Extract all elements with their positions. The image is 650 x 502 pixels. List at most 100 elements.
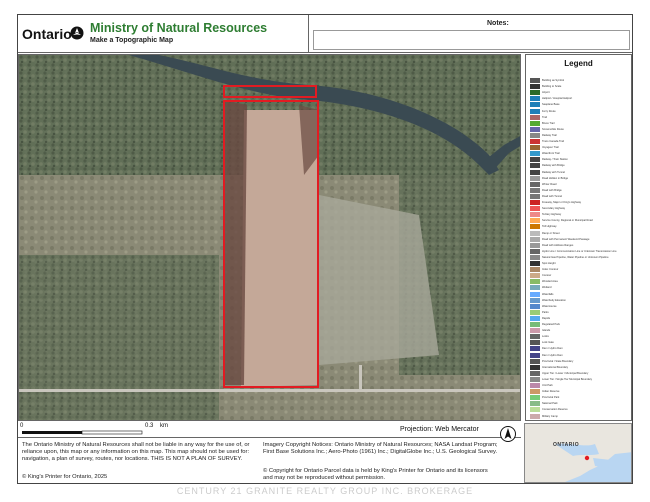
legend-item-label: Trans Canada Trail bbox=[542, 140, 564, 143]
legend-item-label: Heliport / Hospital Heliport bbox=[542, 97, 573, 101]
legend-item-label: Unit Park bbox=[542, 384, 553, 387]
legend-symbol-icon bbox=[530, 90, 540, 96]
legend-symbol-icon bbox=[530, 114, 540, 120]
legend-item-label: Dam / Hydro Dam bbox=[542, 353, 563, 357]
imagery-notice: Imagery Copyright Notices: Ontario Minis… bbox=[263, 442, 498, 455]
legend-symbol-icon bbox=[530, 370, 540, 376]
legend-item-label: Rapids bbox=[542, 316, 551, 320]
legend-item-label: Road with Tunnel bbox=[542, 194, 563, 198]
legend-symbol-icon bbox=[530, 328, 540, 334]
legend-item-label: Railway Trail bbox=[542, 133, 557, 137]
legend-symbol-icon bbox=[530, 224, 540, 230]
legend-item-label: Index Contour bbox=[542, 268, 559, 272]
disclaimer-text: The Ontario Ministry of Natural Resource… bbox=[22, 442, 250, 462]
legend-item-label: Railway / Train Station bbox=[542, 158, 568, 162]
legend-item-label: Wooded Area bbox=[542, 280, 558, 284]
copyright-text: © King's Printer for Ontario, 2025 bbox=[22, 474, 108, 480]
legend-item-label: Waterfalls bbox=[542, 292, 554, 296]
legend-item-label: Provincial Park bbox=[542, 396, 560, 400]
legend-symbol-icon bbox=[530, 84, 540, 90]
legend-symbol-icon bbox=[530, 358, 540, 364]
inset-map-graphic bbox=[525, 424, 631, 482]
legend-item: Military Camp bbox=[530, 413, 558, 420]
legend-item-label: Wetland bbox=[542, 286, 552, 290]
legend-symbol-icon bbox=[530, 108, 540, 114]
legend-item-label: Upper Tier / Lower / Municipal Boundary bbox=[542, 371, 589, 375]
legend-symbol-icon bbox=[530, 352, 540, 358]
legend-item-label: Watercourse bbox=[542, 304, 557, 308]
legend-item-label: Bruce Trail bbox=[542, 121, 555, 125]
inset-locator-map: ONTARIO bbox=[524, 423, 632, 483]
legend-item-label: Trail bbox=[542, 115, 547, 119]
legend-symbol-icon bbox=[530, 120, 540, 126]
legend-symbol-icon bbox=[530, 346, 540, 352]
legend-item-label: Toll Highway bbox=[542, 225, 557, 229]
legend-symbol-icon bbox=[530, 376, 540, 382]
north-arrow-icon bbox=[500, 426, 516, 442]
legend-item-label: Lock Gate bbox=[542, 341, 554, 345]
legend-symbol-icon bbox=[530, 206, 540, 212]
legend-item-label: Regulated Park bbox=[542, 323, 560, 326]
legend-symbol-icon bbox=[530, 285, 540, 291]
legend-item-label: Winter Road bbox=[542, 182, 557, 186]
trillium-icon bbox=[70, 26, 84, 40]
legend-title: Legend bbox=[564, 59, 593, 68]
scale-unit: km bbox=[160, 423, 168, 429]
legend-symbol-icon bbox=[530, 181, 540, 187]
legend-item-label: Voyageur Trail bbox=[542, 146, 559, 150]
legend-item-label: International Boundary bbox=[542, 365, 569, 369]
legend-item-label: Dam / Hydro Dam bbox=[542, 347, 563, 351]
legend-item-label: Waterfront Trail bbox=[542, 152, 560, 156]
aerial-map[interactable] bbox=[18, 54, 521, 421]
legend-symbol-icon bbox=[530, 139, 540, 144]
legend-item-label: Road with Address Ranges bbox=[542, 243, 574, 247]
legend-item-label: Road with Permanent Weekend Passage bbox=[542, 237, 590, 241]
legend-item-label: Military Camp bbox=[542, 414, 558, 418]
legend-item-label: Parks bbox=[542, 310, 549, 314]
legend-item-label: Contour bbox=[542, 274, 552, 278]
legend-symbol-icon bbox=[530, 132, 540, 138]
aerial-imagery bbox=[19, 55, 520, 420]
legend-item-label: Railway with Tunnel bbox=[542, 170, 565, 174]
ontario-logo-text: Ontario bbox=[22, 26, 72, 42]
legend-symbol-icon bbox=[530, 212, 540, 218]
legend-symbol-icon bbox=[530, 364, 540, 370]
legend-item-label: Spot Height bbox=[542, 262, 556, 265]
projection-label: Projection: Web Mercator bbox=[400, 426, 479, 433]
legend-item-label: Secondary Highway bbox=[542, 207, 566, 211]
legend-item-label: Indian Reserve bbox=[542, 390, 560, 394]
legend-item-label: Railway with Bridge bbox=[542, 164, 565, 168]
legend-item-label: Freeway, Major or King's Highway bbox=[542, 201, 582, 204]
legend-item-label: Building to Scale bbox=[542, 85, 562, 89]
legend-item-label: Natural Gas Pipeline, Water Pipeline or … bbox=[542, 255, 609, 259]
legend-item-label: Road Hidden in Bridge bbox=[542, 176, 569, 180]
legend-symbol-icon bbox=[530, 413, 540, 419]
legend-symbol-icon bbox=[530, 230, 540, 236]
legend-symbol-icon bbox=[530, 236, 540, 242]
legend-symbol-icon bbox=[530, 102, 540, 108]
legend-item-label: Tertiary Highway bbox=[542, 213, 562, 217]
legend-panel: Legend Building as Symbol Building to Sca… bbox=[525, 54, 632, 421]
legend-symbol-icon bbox=[530, 303, 540, 309]
notes-field[interactable] bbox=[313, 30, 630, 50]
ministry-title: Ministry of Natural Resources bbox=[90, 21, 268, 35]
legend-item-label: Ramp or Street bbox=[542, 231, 560, 235]
legend-symbol-icon bbox=[530, 248, 540, 254]
legend-symbol-icon bbox=[530, 407, 540, 413]
legend-symbol-icon bbox=[530, 315, 540, 321]
notes-label: Notes: bbox=[487, 20, 509, 27]
location-marker-icon bbox=[584, 455, 590, 461]
legend-symbol-icon bbox=[530, 242, 540, 248]
legend-symbol-icon bbox=[530, 322, 540, 327]
legend-symbol-icon bbox=[530, 96, 540, 102]
legend-symbol-icon bbox=[530, 157, 540, 163]
legend-item-label: National Park bbox=[542, 402, 558, 406]
legend-symbol-icon bbox=[530, 193, 540, 199]
legend-symbol-icon bbox=[530, 261, 540, 266]
legend-item-label: Provincial / State Boundary bbox=[542, 359, 574, 363]
legend-symbol-icon bbox=[530, 126, 540, 132]
legend-symbol-icon bbox=[530, 273, 540, 279]
legend-symbol-icon bbox=[530, 145, 540, 151]
legend-symbol-icon bbox=[530, 267, 540, 273]
legend-symbol-icon bbox=[530, 401, 540, 407]
